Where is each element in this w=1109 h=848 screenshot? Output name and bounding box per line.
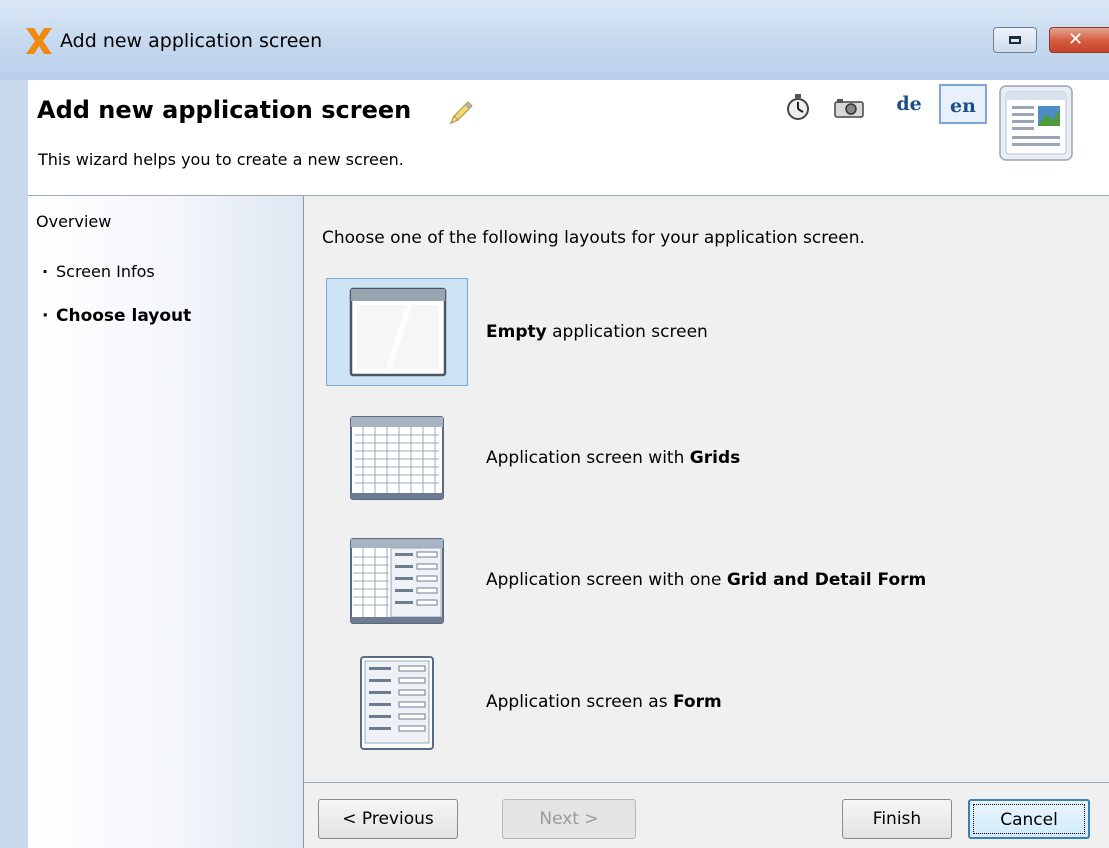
layout-option-label: Application screen with one Grid and Det… — [486, 570, 927, 590]
wizard-header: Add new application screen This wizard h… — [28, 80, 1109, 195]
previous-button[interactable]: < Previous — [318, 799, 458, 839]
layout-option-empty[interactable]: Empty application screen — [326, 278, 1102, 386]
window-title: Add new application screen — [60, 30, 323, 52]
language-en-button[interactable]: en — [939, 84, 987, 124]
camera-icon[interactable] — [834, 98, 864, 118]
grids-icon — [350, 416, 444, 500]
sidebar-item-label: Screen Infos — [56, 262, 155, 281]
pencil-icon — [450, 101, 473, 124]
layout-instruction: Choose one of the following layouts for … — [322, 228, 865, 248]
title-bar[interactable]: Add new application screen ✕ — [0, 0, 1109, 80]
finish-button[interactable]: Finish — [842, 799, 952, 839]
language-de-button[interactable]: de — [888, 84, 930, 124]
bullet-icon: · — [42, 306, 49, 326]
close-button[interactable]: ✕ — [1049, 27, 1109, 53]
layout-option-label: Application screen as Form — [486, 692, 722, 712]
layout-thumbnail-frame — [326, 278, 468, 386]
sidebar-item-label: Choose layout — [56, 306, 192, 326]
layout-option-grids[interactable]: Application screen with Grids — [326, 404, 1102, 512]
layout-option-label: Empty application screen — [486, 322, 708, 342]
cancel-button[interactable]: Cancel — [968, 799, 1090, 839]
layout-thumbnail-frame — [326, 404, 468, 512]
form-icon — [360, 656, 434, 750]
layout-chooser-panel: Choose one of the following layouts for … — [304, 196, 1109, 782]
layout-option-form[interactable]: Application screen as Form — [326, 648, 1102, 756]
wizard-subtitle: This wizard helps you to create a new sc… — [38, 150, 404, 169]
grid-detail-form-icon — [350, 538, 444, 624]
close-icon: ✕ — [1068, 29, 1084, 50]
sidebar-item-screen-infos[interactable]: · Screen Infos — [42, 262, 155, 281]
layout-thumbnail-frame — [326, 648, 468, 756]
restore-button[interactable] — [993, 27, 1037, 53]
layout-option-label: Application screen with Grids — [486, 448, 741, 468]
sidebar-item-choose-layout[interactable]: · Choose layout — [42, 306, 191, 326]
app-x-logo-icon — [26, 28, 52, 54]
next-button: Next > — [502, 799, 636, 839]
stopwatch-icon[interactable] — [786, 94, 810, 120]
bullet-icon: · — [42, 262, 49, 281]
wizard-title: Add new application screen — [37, 96, 412, 124]
wizard-button-bar: < Previous Next > Finish Cancel — [304, 782, 1109, 848]
restore-icon — [1009, 36, 1021, 44]
wizard-window: Add new application screen ✕ Add new app… — [0, 0, 1109, 848]
layout-option-grid-detail-form[interactable]: Application screen with one Grid and Det… — [326, 526, 1102, 634]
sidebar-overview-label: Overview — [36, 212, 112, 231]
layout-thumbnail-frame — [326, 526, 468, 634]
empty-screen-icon — [349, 287, 447, 377]
wizard-steps-sidebar: Overview · Screen Infos · Choose layout — [28, 196, 304, 848]
focus-ring — [973, 804, 1085, 834]
screen-wizard-icon — [999, 85, 1073, 161]
